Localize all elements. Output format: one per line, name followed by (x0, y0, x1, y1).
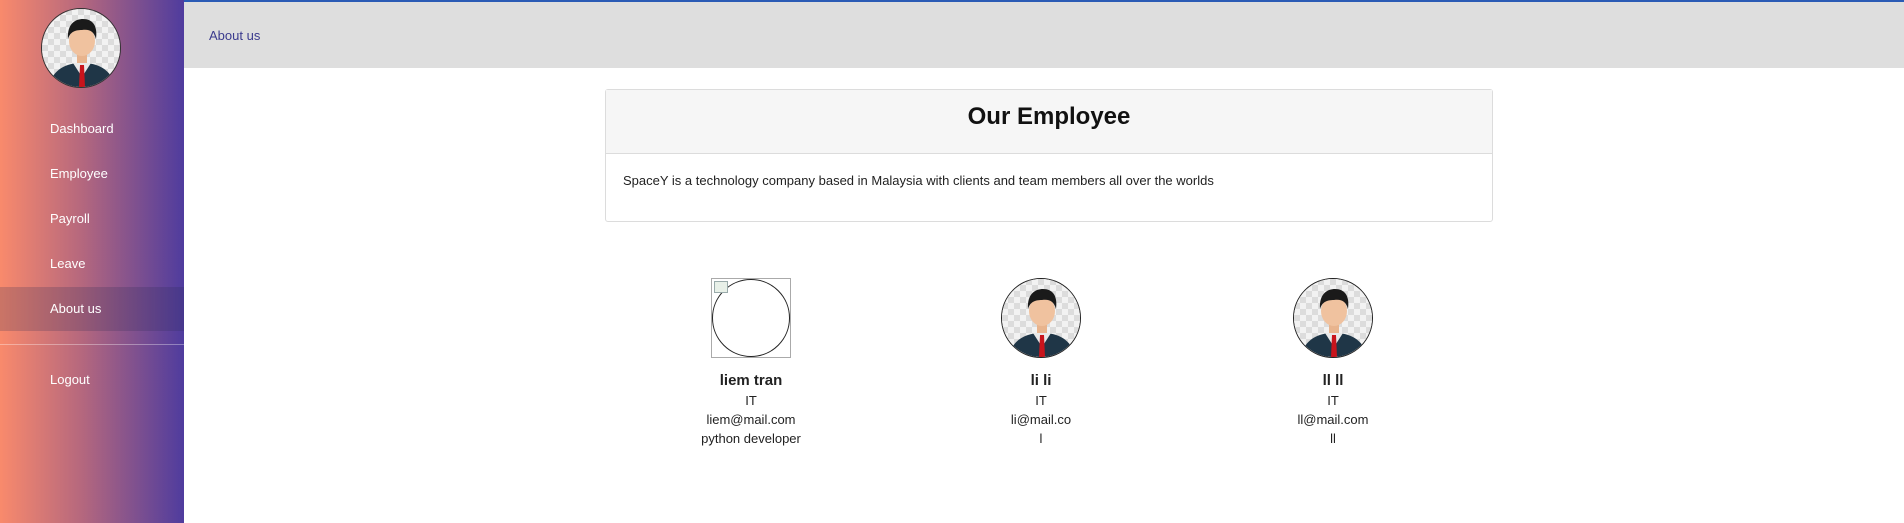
page-title: Our Employee (606, 90, 1492, 154)
broken-image-icon (714, 281, 728, 293)
employee-name: liem tran (719, 372, 783, 389)
sidebar-divider (0, 344, 184, 345)
employee-role: python developer (701, 431, 801, 446)
person-avatar-icon (1294, 279, 1373, 358)
profile-avatar[interactable] (41, 8, 121, 88)
breadcrumb-about-us[interactable]: About us (209, 28, 260, 43)
employee-department: IT (745, 393, 757, 408)
sidebar-item-leave[interactable]: Leave (0, 242, 184, 286)
sidebar-item-logout[interactable]: Logout (0, 358, 184, 402)
sidebar-item-about-us[interactable]: About us (0, 287, 184, 331)
person-avatar-icon (1002, 279, 1081, 358)
sidebar-item-dashboard[interactable]: Dashboard (0, 107, 184, 151)
sidebar-item-employee[interactable]: Employee (0, 152, 184, 196)
employee-role: ll (1330, 431, 1336, 446)
about-card: Our Employee SpaceY is a technology comp… (605, 89, 1493, 222)
sidebar: Dashboard Employee Payroll Leave About u… (0, 0, 184, 523)
employee-avatar (1001, 278, 1081, 358)
employee-email: li@mail.co (1010, 412, 1072, 427)
person-avatar-icon (42, 9, 121, 88)
employee-role: l (1039, 431, 1043, 446)
employee-name: ll ll (1322, 372, 1344, 389)
employee-card: ll ll IT ll@mail.com ll (1233, 278, 1433, 446)
employee-name: li li (1030, 372, 1052, 389)
company-description: SpaceY is a technology company based in … (623, 173, 1214, 188)
employee-email: ll@mail.com (1297, 412, 1369, 427)
employee-avatar (1293, 278, 1373, 358)
employee-card: li li IT li@mail.co l (941, 278, 1141, 446)
top-bar: About us (184, 0, 1904, 68)
employee-department: IT (1327, 393, 1339, 408)
employee-department: IT (1035, 393, 1047, 408)
employee-avatar (711, 278, 791, 358)
sidebar-item-payroll[interactable]: Payroll (0, 197, 184, 241)
employee-card: liem tran IT liem@mail.com python develo… (651, 278, 851, 446)
employee-email: liem@mail.com (706, 412, 796, 427)
